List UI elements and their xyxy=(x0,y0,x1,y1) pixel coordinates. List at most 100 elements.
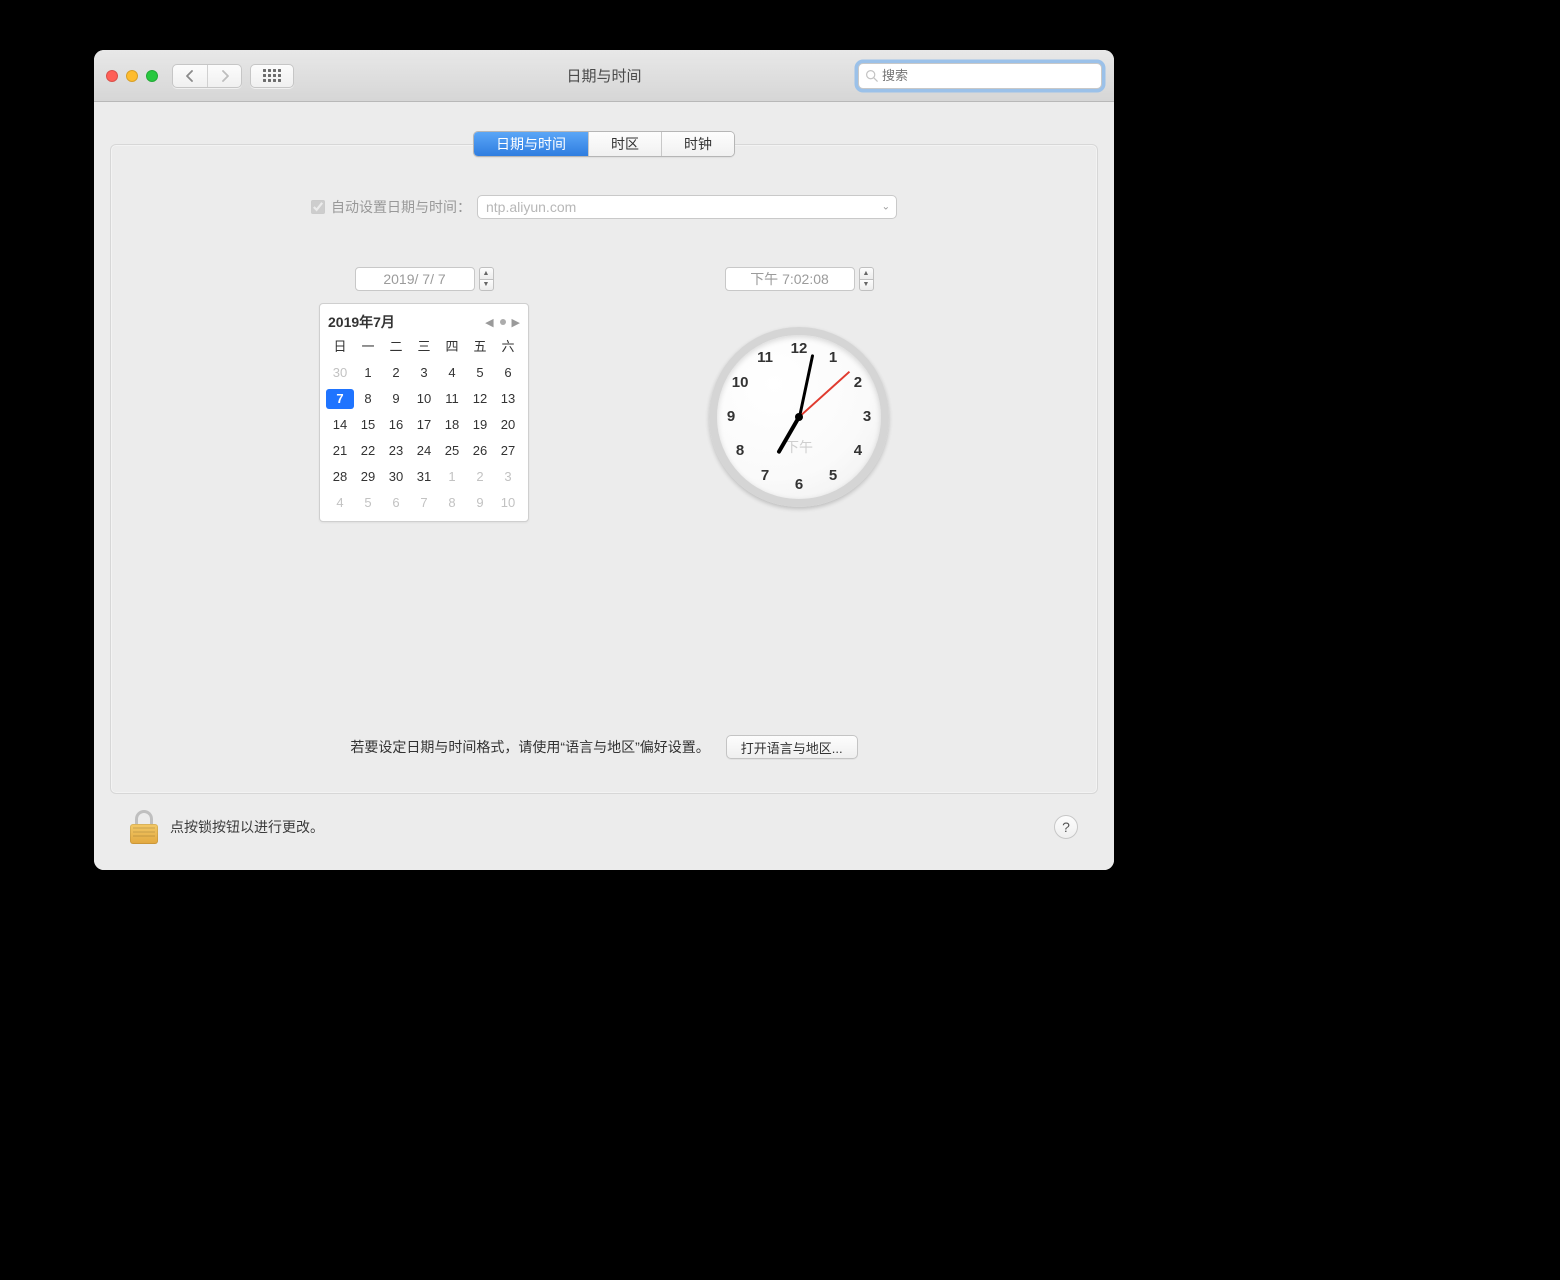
calendar-day: 7 xyxy=(410,493,438,513)
calendar-day[interactable]: 2 xyxy=(382,363,410,383)
calendar-day[interactable]: 27 xyxy=(494,441,522,461)
forward-button[interactable] xyxy=(207,65,241,87)
calendar-day[interactable]: 26 xyxy=(466,441,494,461)
back-button[interactable] xyxy=(173,65,207,87)
calendar-day[interactable]: 29 xyxy=(354,467,382,487)
clock-number: 6 xyxy=(789,475,809,495)
calendar-day[interactable]: 23 xyxy=(382,441,410,461)
calendar-day[interactable]: 31 xyxy=(410,467,438,487)
calendar-day[interactable]: 16 xyxy=(382,415,410,435)
calendar-day: 6 xyxy=(382,493,410,513)
search-field[interactable] xyxy=(858,63,1102,89)
time-server-combo[interactable]: ntp.aliyun.com ⌄ xyxy=(477,195,897,219)
calendar-day[interactable]: 12 xyxy=(466,389,494,409)
date-step-up[interactable]: ▲ xyxy=(479,267,494,279)
calendar-day: 30 xyxy=(326,363,354,383)
time-step-down[interactable]: ▼ xyxy=(859,279,874,292)
time-column: ▲ ▼ 下午 121234567891011 xyxy=(709,267,889,507)
calendar-day: 8 xyxy=(438,493,466,513)
calendar-day[interactable]: 21 xyxy=(326,441,354,461)
lock-icon[interactable] xyxy=(130,810,158,844)
calendar-day[interactable]: 17 xyxy=(410,415,438,435)
time-step-up[interactable]: ▲ xyxy=(859,267,874,279)
calendar-dow: 三 xyxy=(410,336,438,357)
time-server-value: ntp.aliyun.com xyxy=(486,199,576,215)
calendar-day[interactable]: 24 xyxy=(410,441,438,461)
calendar-next-icon[interactable]: ▶ xyxy=(512,316,520,329)
calendar-header: 2019年7月 ◀ ▶ xyxy=(326,310,522,336)
tab-bar: 日期与时间 时区 时钟 xyxy=(473,131,735,157)
date-input[interactable] xyxy=(355,267,475,291)
window-controls xyxy=(106,70,158,82)
calendar-day[interactable]: 30 xyxy=(382,467,410,487)
calendar-day[interactable]: 28 xyxy=(326,467,354,487)
format-hint-text: 若要设定日期与时间格式，请使用“语言与地区”偏好设置。 xyxy=(350,737,709,757)
calendar-day[interactable]: 19 xyxy=(466,415,494,435)
open-language-region-button[interactable]: 打开语言与地区... xyxy=(726,735,858,759)
tab-timezone[interactable]: 时区 xyxy=(588,132,661,156)
calendar-day: 4 xyxy=(326,493,354,513)
calendar-day[interactable]: 20 xyxy=(494,415,522,435)
tab-clock[interactable]: 时钟 xyxy=(661,132,734,156)
clock-number: 11 xyxy=(755,348,775,368)
calendar-day[interactable]: 13 xyxy=(494,389,522,409)
calendar-dow: 日 xyxy=(326,336,354,357)
calendar-day[interactable]: 22 xyxy=(354,441,382,461)
calendar-day[interactable]: 11 xyxy=(438,389,466,409)
calendar-day[interactable]: 1 xyxy=(354,363,382,383)
calendar-day[interactable]: 8 xyxy=(354,389,382,409)
calendar-day[interactable]: 7 xyxy=(326,389,354,409)
calendar-day: 1 xyxy=(438,467,466,487)
calendar-day: 5 xyxy=(354,493,382,513)
calendar-day[interactable]: 6 xyxy=(494,363,522,383)
footer: 点按锁按钮以进行更改。 ? xyxy=(110,794,1098,860)
auto-set-row: 自动设置日期与时间： ntp.aliyun.com ⌄ xyxy=(111,195,1097,219)
calendar-day[interactable]: 25 xyxy=(438,441,466,461)
calendar-day[interactable]: 3 xyxy=(410,363,438,383)
help-button[interactable]: ? xyxy=(1054,815,1078,839)
show-all-button[interactable] xyxy=(250,64,294,88)
date-step-down[interactable]: ▼ xyxy=(479,279,494,292)
content-area: 日期与时间 时区 时钟 自动设置日期与时间： ntp.aliyun.com ⌄ xyxy=(94,102,1114,870)
calendar-day: 9 xyxy=(466,493,494,513)
calendar-day[interactable]: 9 xyxy=(382,389,410,409)
clock-number: 10 xyxy=(730,373,750,393)
date-stepper-field: ▲ ▼ xyxy=(355,267,494,291)
clock-number: 3 xyxy=(857,407,877,427)
format-row: 若要设定日期与时间格式，请使用“语言与地区”偏好设置。 打开语言与地区... xyxy=(111,735,1097,759)
time-stepper-field: ▲ ▼ xyxy=(725,267,874,291)
zoom-icon[interactable] xyxy=(146,70,158,82)
calendar-dow: 四 xyxy=(438,336,466,357)
clock-number: 2 xyxy=(848,373,868,393)
calendar-prev-icon[interactable]: ◀ xyxy=(485,316,493,329)
calendar-today-icon[interactable] xyxy=(500,319,506,325)
search-input[interactable] xyxy=(882,68,1095,83)
calendar-day[interactable]: 4 xyxy=(438,363,466,383)
clock-pin xyxy=(795,413,803,421)
titlebar: 日期与时间 xyxy=(94,50,1114,102)
calendar[interactable]: 2019年7月 ◀ ▶ 日一二三四五六301234567891011121314… xyxy=(319,303,529,522)
tab-date-time[interactable]: 日期与时间 xyxy=(474,132,588,156)
minimize-icon[interactable] xyxy=(126,70,138,82)
auto-set-checkbox[interactable] xyxy=(311,200,325,214)
chevron-down-icon: ⌄ xyxy=(882,202,890,213)
close-icon[interactable] xyxy=(106,70,118,82)
lock-hint-text: 点按锁按钮以进行更改。 xyxy=(170,817,324,837)
preferences-window: 日期与时间 日期与时间 时区 时钟 自动设置日期与时间： ntp.aliyun.… xyxy=(94,50,1114,870)
clock-number: 7 xyxy=(755,466,775,486)
calendar-day[interactable]: 18 xyxy=(438,415,466,435)
clock-number: 4 xyxy=(848,441,868,461)
clock-number: 1 xyxy=(823,348,843,368)
calendar-day[interactable]: 5 xyxy=(466,363,494,383)
calendar-day[interactable]: 14 xyxy=(326,415,354,435)
search-icon xyxy=(865,69,878,82)
time-input[interactable] xyxy=(725,267,855,291)
calendar-nav: ◀ ▶ xyxy=(485,316,520,329)
calendar-dow: 二 xyxy=(382,336,410,357)
calendar-day: 2 xyxy=(466,467,494,487)
calendar-day[interactable]: 15 xyxy=(354,415,382,435)
calendar-day: 10 xyxy=(494,493,522,513)
date-time-row: ▲ ▼ 2019年7月 ◀ ▶ 日一二三 xyxy=(111,267,1097,522)
calendar-day[interactable]: 10 xyxy=(410,389,438,409)
time-stepper: ▲ ▼ xyxy=(859,267,874,291)
